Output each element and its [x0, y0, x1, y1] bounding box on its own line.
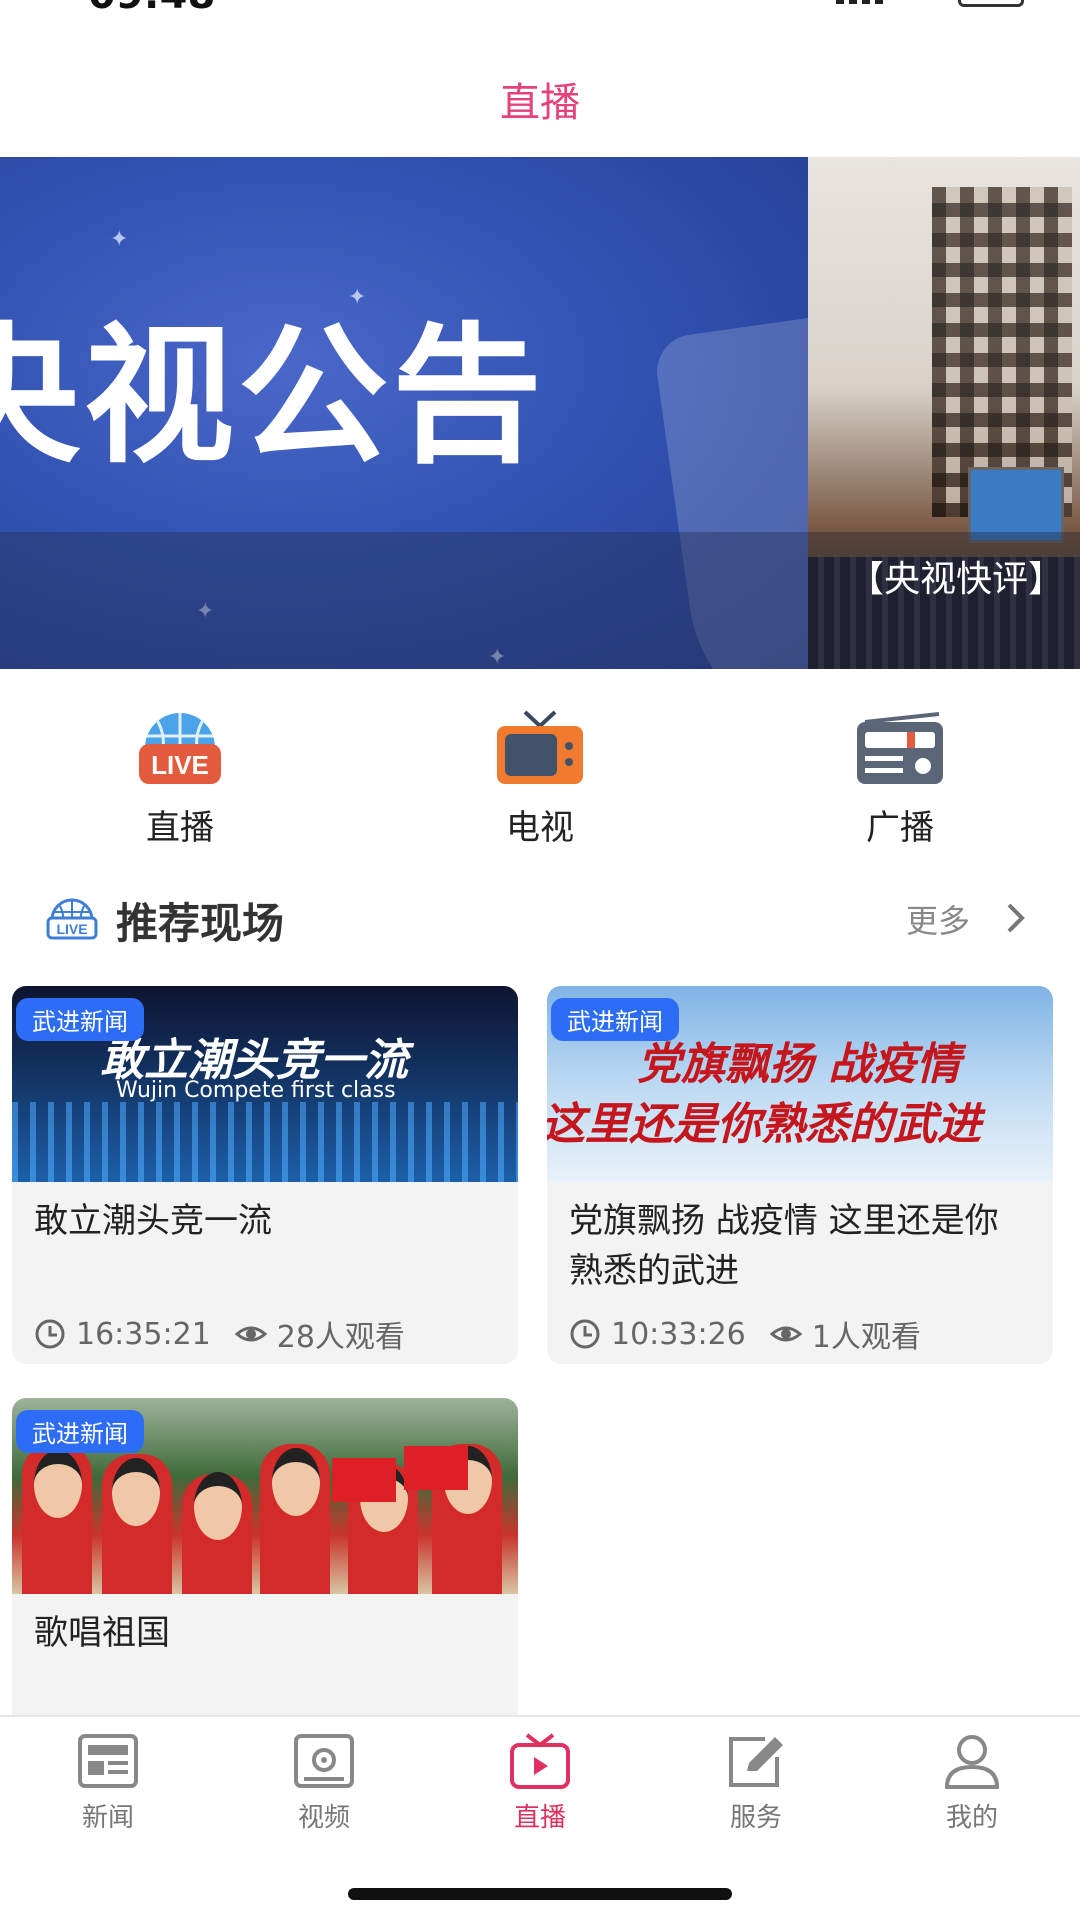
tab-news[interactable]: 新闻	[0, 1733, 216, 1834]
edit-icon	[729, 1737, 783, 1787]
live-card[interactable]: 党旗飘扬 战疫情 这里还是你熟悉的武进 武进新闻 党旗飘扬 战疫情 这里还是你熟…	[547, 986, 1053, 1364]
tv-icon	[497, 710, 583, 784]
live-globe-icon: LIVE	[139, 713, 221, 784]
entry-live-label: 直播	[146, 808, 214, 848]
eye-icon	[769, 1326, 802, 1342]
home-indicator[interactable]	[348, 1888, 732, 1900]
card-time: 16:35:21	[76, 1316, 211, 1352]
entry-tv[interactable]: 电视	[440, 708, 640, 849]
chevron-right-icon[interactable]	[1004, 900, 1028, 936]
source-badge: 武进新闻	[551, 998, 679, 1041]
live-globe-icon: LIVE	[46, 898, 98, 940]
live-card[interactable]: 武进新闻 歌唱祖国	[12, 1398, 518, 1718]
tab-label: 直播	[513, 1803, 566, 1833]
card-views: 28人观看	[276, 1320, 405, 1355]
page-title: 直播	[500, 80, 580, 126]
banner-caption-bar	[0, 532, 808, 669]
entry-live[interactable]: LIVE 直播	[80, 708, 280, 849]
video-icon	[294, 1734, 354, 1788]
entry-radio[interactable]: 广播	[800, 708, 1000, 849]
tab-label: 视频	[297, 1803, 350, 1833]
live-card[interactable]: 敢立潮头竞一流 Wujin Compete first class 武进新闻 敢…	[12, 986, 518, 1364]
thumb-subtitle: Wujin Compete first class	[116, 1078, 396, 1103]
card-thumbnail: 党旗飘扬 战疫情 这里还是你熟悉的武进 武进新闻	[547, 986, 1053, 1182]
thumb-city-lights	[12, 1102, 518, 1182]
tab-live[interactable]: 直播	[432, 1733, 648, 1834]
entry-radio-label: 广播	[866, 808, 934, 848]
clock-icon	[35, 1319, 65, 1349]
status-time: 09:48	[88, 0, 215, 18]
sparkle-icon: ✦	[110, 227, 129, 252]
entry-tv-label: 电视	[506, 808, 574, 848]
tab-label: 服务	[729, 1803, 782, 1833]
tab-video[interactable]: 视频	[216, 1733, 432, 1834]
card-meta: 16:35:21 28人观看	[34, 1312, 405, 1356]
tab-label: 新闻	[81, 1803, 134, 1833]
newspaper-icon	[78, 1734, 138, 1788]
card-title: 敢立潮头竞一流	[34, 1201, 272, 1241]
section-title: 推荐现场	[116, 899, 285, 948]
svg-text:LIVE: LIVE	[56, 921, 87, 937]
signal-icon	[836, 0, 883, 4]
user-icon	[944, 1735, 1000, 1789]
banner-slide-main[interactable]: ✦ ✦ ✦ ✦ 央视公告	[0, 157, 808, 669]
card-views: 1人观看	[811, 1320, 921, 1355]
card-time: 10:33:26	[611, 1316, 746, 1352]
tab-mine[interactable]: 我的	[864, 1733, 1080, 1834]
card-title: 歌唱祖国	[34, 1613, 170, 1653]
banner-headline: 央视公告	[0, 310, 547, 484]
tab-service[interactable]: 服务	[648, 1733, 864, 1834]
more-link[interactable]: 更多	[906, 896, 970, 942]
card-meta: 10:33:26 1人观看	[569, 1312, 921, 1356]
radio-icon	[857, 712, 943, 784]
card-title: 党旗飘扬 战疫情 这里还是你熟悉的武进	[569, 1201, 999, 1291]
card-thumbnail: 武进新闻	[12, 1398, 518, 1594]
thumb-line2: 这里还是你熟悉的武进	[547, 1099, 981, 1150]
source-badge: 武进新闻	[16, 998, 144, 1041]
eye-icon	[234, 1326, 267, 1342]
battery-icon	[958, 0, 1024, 7]
svg-text:LIVE: LIVE	[151, 750, 209, 780]
tab-label: 我的	[945, 1803, 998, 1833]
clock-icon	[570, 1319, 600, 1349]
banner-next-caption: 【央视快评】	[848, 559, 1065, 600]
card-thumbnail: 敢立潮头竞一流 Wujin Compete first class 武进新闻	[12, 986, 518, 1182]
thumb-line1: 党旗飘扬 战疫情	[637, 1039, 961, 1090]
live-tv-icon	[510, 1733, 570, 1789]
source-badge: 武进新闻	[16, 1410, 144, 1453]
